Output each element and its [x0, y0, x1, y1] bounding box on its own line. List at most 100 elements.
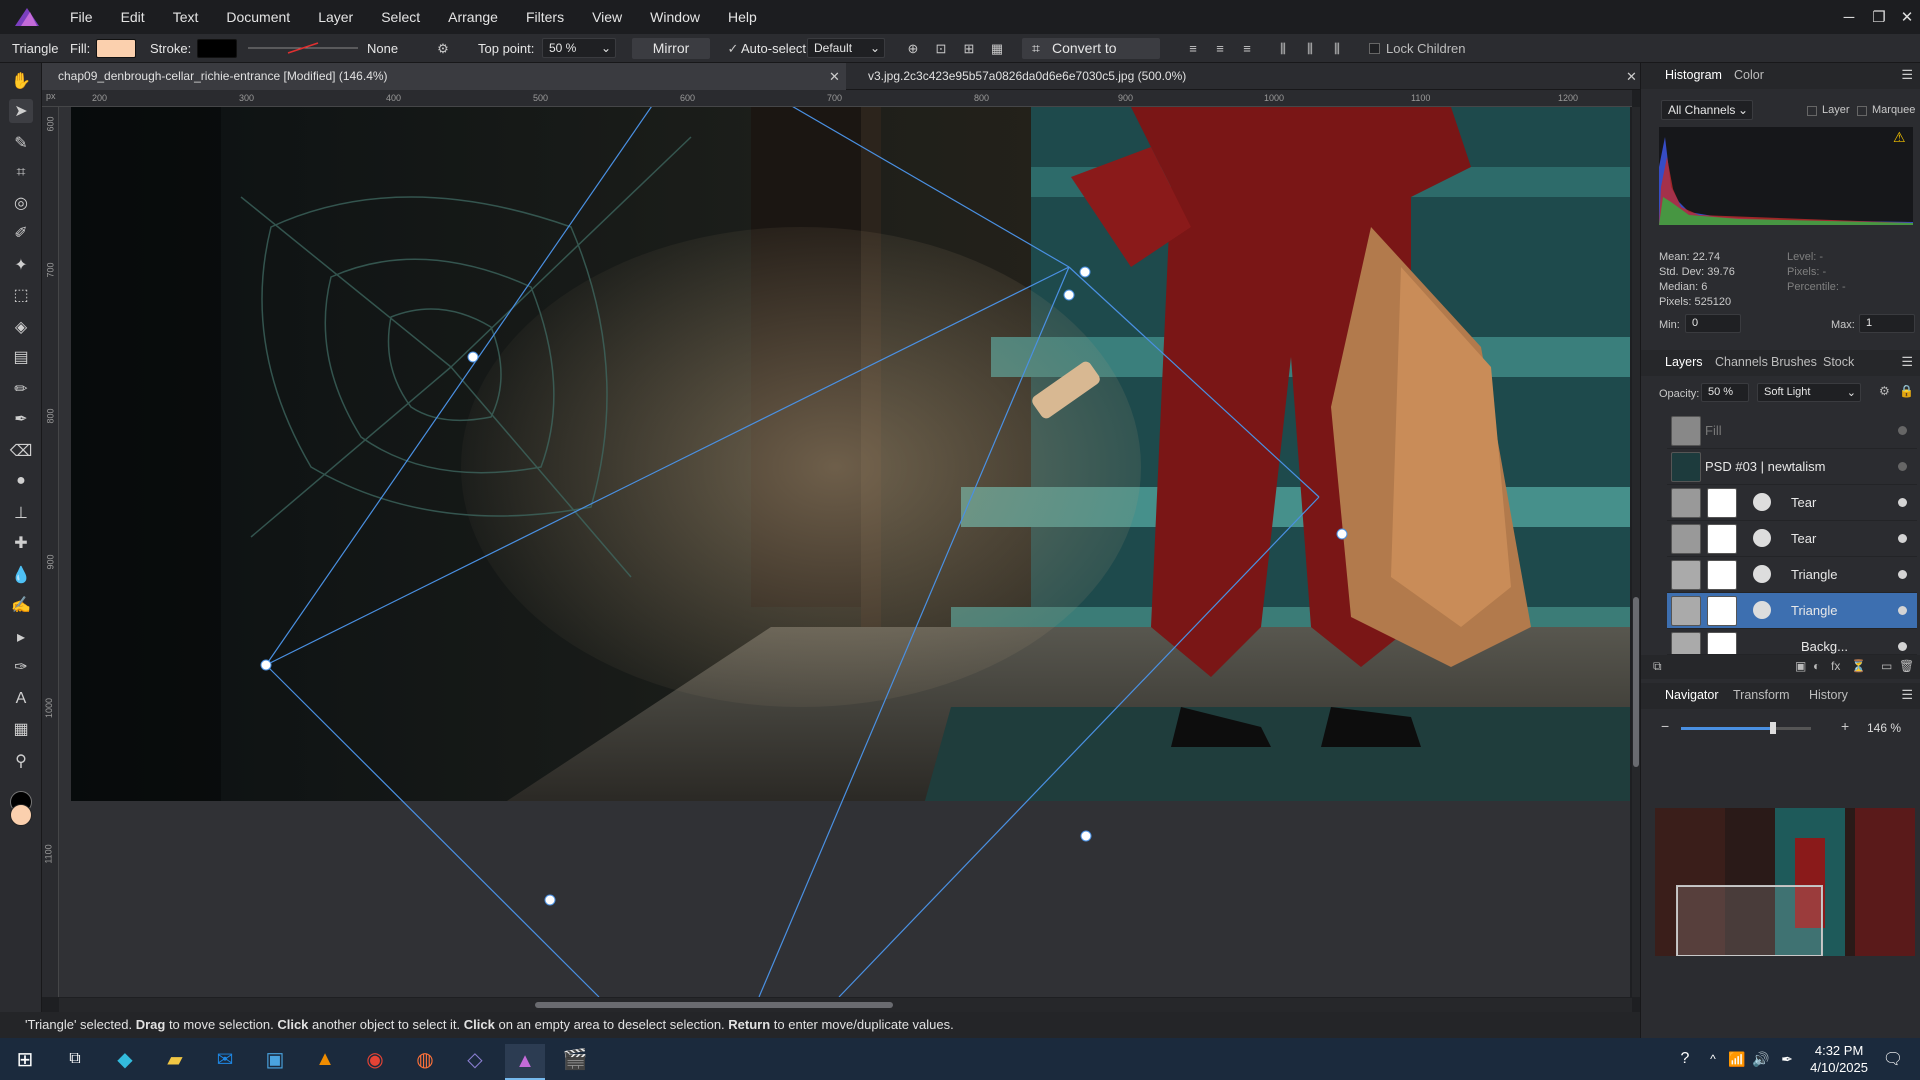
- menu-filters[interactable]: Filters: [512, 0, 578, 34]
- align-bottom-icon[interactable]: ⫼: [1328, 40, 1346, 57]
- close-icon[interactable]: ✕: [1626, 63, 1637, 90]
- restore-button[interactable]: ❐: [1864, 0, 1894, 34]
- selection-handle[interactable]: [1063, 289, 1075, 301]
- layer-row[interactable]: Backg...: [1667, 629, 1917, 655]
- scroll-thumb[interactable]: [1633, 597, 1639, 767]
- eraser-icon[interactable]: ⌫: [9, 439, 33, 463]
- panel-menu-icon[interactable]: ☰: [1901, 687, 1913, 703]
- max-input[interactable]: 1: [1859, 314, 1915, 333]
- menu-help[interactable]: Help: [714, 0, 771, 34]
- mesh-warp-icon[interactable]: ▦: [9, 717, 33, 741]
- minimize-button[interactable]: ─: [1834, 0, 1864, 34]
- align-right-icon[interactable]: ≡: [1238, 40, 1256, 57]
- pen-tool-icon[interactable]: ✑: [9, 655, 33, 679]
- tab-navigator[interactable]: Navigator: [1665, 688, 1719, 702]
- crop-tool-icon[interactable]: ⌗: [9, 161, 33, 185]
- close-window-button[interactable]: ✕: [1892, 0, 1920, 34]
- layer-row[interactable]: Triangle: [1667, 557, 1917, 593]
- visibility-toggle[interactable]: [1898, 606, 1907, 615]
- copilot-icon[interactable]: ◆: [110, 1044, 140, 1074]
- scroll-thumb[interactable]: [535, 1002, 893, 1008]
- menu-document[interactable]: Document: [212, 0, 304, 34]
- tab-color[interactable]: Color: [1734, 68, 1764, 82]
- lock-icon[interactable]: 🔒: [1899, 384, 1914, 398]
- layers-icon[interactable]: ⧉: [1653, 659, 1662, 674]
- mirror-button[interactable]: Mirror: [632, 38, 710, 59]
- checkmark-icon[interactable]: ✓: [724, 40, 742, 57]
- align-top-icon[interactable]: ⫼: [1274, 40, 1292, 57]
- firefox-icon[interactable]: ◍: [410, 1044, 440, 1074]
- remote-desktop-icon[interactable]: ▣: [260, 1044, 290, 1074]
- task-view-icon[interactable]: ⧉: [60, 1044, 90, 1074]
- selection-handle[interactable]: [260, 659, 272, 671]
- menu-file[interactable]: File: [56, 0, 107, 34]
- blur-tool-icon[interactable]: 💧: [9, 563, 33, 587]
- paint-brush-icon[interactable]: ✏: [9, 377, 33, 401]
- menu-window[interactable]: Window: [636, 0, 714, 34]
- pen-icon[interactable]: ✒: [1772, 1044, 1802, 1074]
- move-tool-icon[interactable]: ➤: [9, 99, 33, 123]
- menu-arrange[interactable]: Arrange: [434, 0, 512, 34]
- menu-select[interactable]: Select: [367, 0, 434, 34]
- horizontal-scrollbar[interactable]: [59, 998, 1632, 1012]
- fx-icon[interactable]: fx: [1831, 659, 1840, 673]
- zoom-slider-thumb[interactable]: [1770, 722, 1777, 734]
- visibility-toggle[interactable]: [1898, 642, 1907, 651]
- align-left-icon[interactable]: ≡: [1184, 40, 1202, 57]
- tab-channels[interactable]: Channels: [1715, 355, 1768, 369]
- selection-handle[interactable]: [1079, 266, 1091, 278]
- visibility-toggle[interactable]: [1898, 498, 1907, 507]
- help-icon[interactable]: ?: [1670, 1044, 1700, 1074]
- gear-icon[interactable]: ⚙: [1879, 384, 1890, 398]
- menu-view[interactable]: View: [578, 0, 636, 34]
- opacity-dropdown[interactable]: 50 %: [1701, 383, 1749, 402]
- selection-handle[interactable]: [544, 894, 556, 906]
- panel-menu-icon[interactable]: ☰: [1901, 354, 1913, 370]
- zoom-value[interactable]: 146 %: [1867, 721, 1901, 735]
- document-canvas[interactable]: [59, 107, 1630, 997]
- refine-brush-icon[interactable]: ✐: [9, 221, 33, 245]
- menu-text[interactable]: Text: [159, 0, 213, 34]
- zoom-in-icon[interactable]: +: [1841, 718, 1849, 734]
- marquee-tool-icon[interactable]: ⬚: [9, 283, 33, 307]
- lock-children-checkbox[interactable]: [1369, 43, 1380, 54]
- convert-to-curves-button[interactable]: ⌗Convert to Curves: [1022, 38, 1160, 77]
- vertical-scrollbar[interactable]: [1632, 107, 1640, 997]
- stroke-swatch[interactable]: [197, 39, 237, 58]
- clone-tool-icon[interactable]: ⊥: [9, 501, 33, 525]
- menu-edit[interactable]: Edit: [107, 0, 159, 34]
- bounding-box-icon[interactable]: ⊡: [932, 40, 950, 57]
- chrome-icon[interactable]: ◉: [360, 1044, 390, 1074]
- menu-layer[interactable]: Layer: [304, 0, 367, 34]
- add-group-icon[interactable]: ▭: [1881, 659, 1892, 673]
- panel-menu-icon[interactable]: ☰: [1901, 67, 1913, 83]
- blend-mode-dropdown[interactable]: Soft Light ⌄: [1757, 383, 1861, 402]
- magic-wand-icon[interactable]: ✦: [9, 253, 33, 277]
- layer-checkbox[interactable]: [1807, 106, 1817, 116]
- fit-icon[interactable]: ⊞: [960, 40, 978, 57]
- layer-row-selected[interactable]: Triangle: [1667, 593, 1917, 629]
- zoom-out-icon[interactable]: −: [1661, 718, 1669, 734]
- min-input[interactable]: 0: [1685, 314, 1741, 333]
- flood-fill-icon[interactable]: ◈: [9, 315, 33, 339]
- tab-document-2[interactable]: v3.jpg.2c3c423e95b57a0826da0d6e6e7030c5.…: [852, 63, 1652, 90]
- clapperboard-icon[interactable]: 🎬: [560, 1044, 590, 1074]
- tab-transform[interactable]: Transform: [1733, 688, 1790, 702]
- layer-row[interactable]: Tear: [1667, 521, 1917, 557]
- text-tool-icon[interactable]: A: [9, 687, 33, 711]
- transform-origin-icon[interactable]: ⊕: [904, 40, 922, 57]
- selection-brush-icon[interactable]: ◎: [9, 191, 33, 215]
- tab-document-1[interactable]: chap09_denbrough-cellar_richie-entrance …: [42, 63, 846, 90]
- top-point-input[interactable]: 50 % ⌄: [542, 38, 616, 58]
- stroke-none-label[interactable]: None: [367, 41, 398, 56]
- selection-handle[interactable]: [1336, 528, 1348, 540]
- selection-handle[interactable]: [1080, 830, 1092, 842]
- notification-icon[interactable]: 🗨: [1878, 1044, 1908, 1074]
- windows-start-icon[interactable]: ⊞: [10, 1044, 40, 1074]
- outlook-icon[interactable]: ✉: [210, 1044, 240, 1074]
- affinity-designer-icon[interactable]: ◇: [460, 1044, 490, 1074]
- tab-stock[interactable]: Stock: [1823, 355, 1854, 369]
- smudge-tool-icon[interactable]: ✍: [9, 593, 33, 617]
- file-explorer-icon[interactable]: ▰: [160, 1044, 190, 1074]
- layer-row[interactable]: Fill: [1667, 413, 1917, 449]
